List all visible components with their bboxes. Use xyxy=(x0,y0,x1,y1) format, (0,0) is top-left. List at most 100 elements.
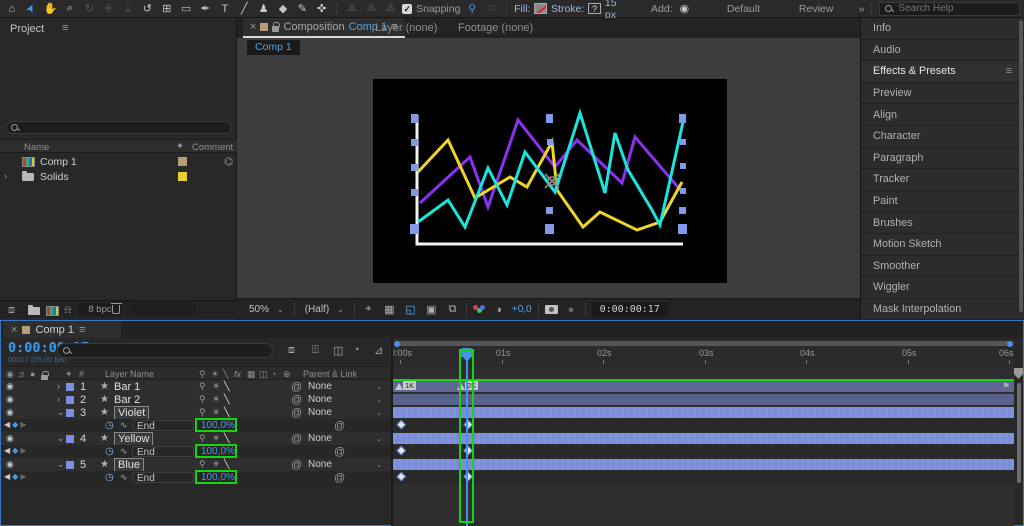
layer-duration-bar[interactable] xyxy=(393,394,1014,405)
column-parent-link[interactable]: Parent & Link xyxy=(303,369,357,379)
new-composition-icon[interactable] xyxy=(46,306,59,316)
layer-marker[interactable]: 1K xyxy=(395,380,416,390)
exposure-value[interactable]: +0,0 xyxy=(512,304,532,315)
layer-duration-bar[interactable] xyxy=(393,433,1014,444)
preview-timecode[interactable]: 0:00:00:17 xyxy=(592,302,668,317)
shy-icon[interactable]: ⚲ xyxy=(199,407,206,418)
track-row-blue[interactable] xyxy=(393,458,1016,471)
snap-features-icon[interactable]: ⚲ xyxy=(464,2,479,15)
quality-icon[interactable]: ╲ xyxy=(224,381,229,392)
stopwatch-icon[interactable]: ◷ xyxy=(105,472,114,483)
keyframe-navigator[interactable]: ◀◆▶ xyxy=(4,472,28,481)
timeline-scrollbar[interactable] xyxy=(1017,383,1021,483)
panel-tracker[interactable]: Tracker xyxy=(861,169,1024,191)
layer-name[interactable]: Yellow xyxy=(114,432,153,446)
panel-info[interactable]: Info xyxy=(861,18,1024,40)
keyframe-diamond[interactable] xyxy=(397,445,406,454)
layer-duration-bar[interactable] xyxy=(393,459,1014,470)
gizmo-tool-icon[interactable]: ⟁ xyxy=(383,2,398,15)
next-keyframe-icon[interactable]: ▶ xyxy=(20,446,28,455)
workspace-overflow-icon[interactable]: » xyxy=(859,3,865,15)
resolution-dropdown[interactable]: (Half)⌄ xyxy=(301,303,348,316)
roi-icon[interactable]: ⌖ xyxy=(361,303,376,316)
graph-icon[interactable]: ∿ xyxy=(120,420,128,431)
sun-icon[interactable]: ☀ xyxy=(212,394,220,405)
eye-icon[interactable]: ◉ xyxy=(6,407,14,418)
eye-icon[interactable]: ◉ xyxy=(6,394,14,405)
eye-icon[interactable]: ◉ xyxy=(6,459,14,470)
tab-layer[interactable]: Layer (none) xyxy=(375,22,437,34)
pan-behind-tool-icon[interactable]: ⊞ xyxy=(159,2,174,15)
new-folder-icon[interactable] xyxy=(28,307,40,315)
tag-icon[interactable]: ✦ xyxy=(65,369,73,380)
eraser-tool-icon[interactable]: ◆ xyxy=(275,2,290,15)
column-layer-name[interactable]: Layer Name xyxy=(105,369,154,379)
draft-3d-icon[interactable]: ⍐ xyxy=(312,344,319,357)
pick-whip-icon[interactable]: @ xyxy=(291,433,302,445)
shy-icon[interactable]: ⚲ xyxy=(199,381,206,392)
rectangle-tool-icon[interactable]: ▭ xyxy=(178,2,193,15)
parent-dropdown[interactable]: None⌄ xyxy=(308,433,384,445)
quality-icon[interactable]: ╲ xyxy=(224,459,229,470)
puppet-pin-tool-icon[interactable]: ✜ xyxy=(314,2,329,15)
timeline-search-box[interactable] xyxy=(57,343,273,358)
layer-row-bar2[interactable]: ◉ › 2 ★ Bar 2 ⚲ ☀ ╲ @ None⌄ xyxy=(1,393,391,406)
rotation-tool-icon[interactable]: ↺ xyxy=(140,2,155,15)
layer-duration-bar[interactable] xyxy=(393,407,1014,418)
roto-brush-tool-icon[interactable]: ✎ xyxy=(295,2,310,15)
layer-name[interactable]: Violet xyxy=(114,406,149,420)
pick-whip-icon[interactable]: @ xyxy=(291,381,302,393)
panel-preview[interactable]: Preview xyxy=(861,83,1024,105)
layer-name[interactable]: Bar 1 xyxy=(114,381,140,393)
tag-icon[interactable]: ✦ xyxy=(176,141,184,152)
panel-brushes[interactable]: Brushes xyxy=(861,212,1024,234)
parent-dropdown[interactable]: None⌄ xyxy=(308,394,384,406)
guides-icon[interactable]: ⧉ xyxy=(445,303,460,316)
prev-keyframe-icon[interactable]: ◀ xyxy=(4,446,12,455)
project-settings-icon[interactable]: ⍾ xyxy=(64,304,71,317)
close-icon[interactable]: × xyxy=(250,21,256,33)
show-snapshot-icon[interactable]: ● xyxy=(564,304,579,316)
fill-label[interactable]: Fill: xyxy=(514,3,530,15)
shy-icon[interactable]: ⚲ xyxy=(199,433,206,444)
label-color-swatch[interactable] xyxy=(178,172,187,181)
panel-paragraph[interactable]: Paragraph xyxy=(861,148,1024,170)
panel-smoother[interactable]: Smoother xyxy=(861,256,1024,278)
fill-swatch[interactable] xyxy=(534,3,547,14)
motion-blur-switch-icon[interactable]: ◔ xyxy=(271,369,276,379)
expander-icon[interactable]: › xyxy=(57,394,60,404)
panel-menu-icon[interactable]: ≡ xyxy=(1006,65,1012,77)
workspace-default[interactable]: Default xyxy=(727,3,760,15)
track-row-yellow[interactable] xyxy=(393,432,1016,445)
column-comment[interactable]: Comment xyxy=(192,142,233,153)
parent-dropdown[interactable]: None⌄ xyxy=(308,459,384,471)
selection-tool-icon[interactable]: ➤ xyxy=(22,0,40,18)
keyframe-diamond[interactable] xyxy=(397,419,406,428)
keyframe-navigator[interactable]: ◀◆▶ xyxy=(4,446,28,455)
collapse-switch-icon[interactable]: ☀ xyxy=(211,369,219,380)
pick-whip-icon[interactable]: @ xyxy=(334,420,345,432)
show-channel-icon[interactable] xyxy=(473,305,485,315)
add-button-icon[interactable]: ◉ xyxy=(677,2,692,15)
zoom-tool-icon[interactable]: ⌕ xyxy=(62,2,77,15)
layer-name[interactable]: Bar 2 xyxy=(114,394,140,406)
orbit-camera-tool-icon[interactable]: ↻ xyxy=(82,2,97,15)
panel-wiggler[interactable]: Wiggler xyxy=(861,277,1024,299)
workspace-review[interactable]: Review xyxy=(799,3,833,15)
column-number[interactable]: # xyxy=(79,369,84,379)
project-search-box[interactable] xyxy=(6,121,232,134)
layer-row-bar1[interactable]: ◉ › 1 ★ Bar 1 ⚲ ☀ ╲ @ None⌄ xyxy=(1,380,391,393)
snap-edges-icon[interactable]: ⌑ xyxy=(484,2,499,15)
panel-align[interactable]: Align xyxy=(861,104,1024,126)
column-name[interactable]: Name xyxy=(24,142,49,153)
type-tool-icon[interactable]: T xyxy=(217,3,232,15)
audio-column-icon[interactable]: ♬ xyxy=(18,369,27,379)
pick-whip-icon[interactable]: @ xyxy=(291,459,302,471)
quality-switch-icon[interactable]: ╲ xyxy=(223,369,228,380)
snapshot-camera-icon[interactable] xyxy=(545,305,558,314)
hand-tool-icon[interactable]: ✋ xyxy=(43,2,58,15)
next-keyframe-icon[interactable]: ▶ xyxy=(20,420,28,429)
sun-icon[interactable]: ☀ xyxy=(212,433,220,444)
layer-color-swatch[interactable] xyxy=(66,383,74,391)
shy-icon[interactable]: ⚲ xyxy=(199,394,206,405)
